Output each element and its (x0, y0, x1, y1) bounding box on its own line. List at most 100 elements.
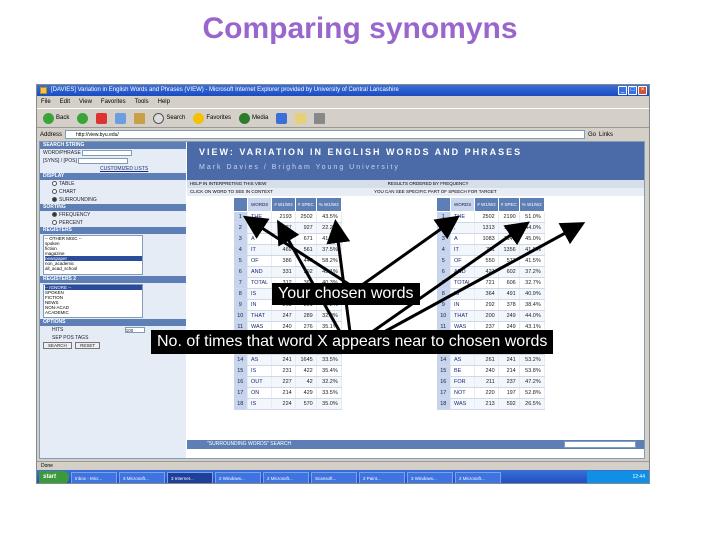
word-cell[interactable]: AND (450, 266, 476, 278)
word-phrase-row: WORD/PHRASE (40, 149, 186, 157)
row-number: 4 (436, 244, 451, 256)
taskbar-item[interactable]: 2 Windows... (215, 471, 261, 483)
home-button[interactable] (132, 111, 147, 125)
address-input[interactable]: http://view.byu.edu/ (65, 130, 586, 139)
word-cell[interactable]: TOTAL (450, 277, 476, 289)
display-option[interactable]: SURROUNDING (40, 196, 186, 204)
word-cell[interactable]: A (450, 233, 476, 245)
word-cell[interactable]: IT (450, 244, 476, 256)
column-header[interactable]: # SPEC (497, 197, 520, 212)
taskbar-item[interactable]: 2 Microsoft... (263, 471, 309, 483)
word-cell[interactable]: IS (247, 365, 273, 377)
search-submit-button[interactable]: SEARCH (43, 342, 72, 349)
search-select[interactable] (564, 441, 636, 448)
percent-cell: 38.4% (519, 299, 545, 311)
syns-input[interactable] (78, 157, 129, 164)
percent-cell: 44.0% (519, 310, 545, 322)
word-cell[interactable]: IS (247, 398, 273, 410)
help-link[interactable]: HELP IN INTERPRETING THIS VIEW (190, 181, 266, 186)
spec-count-cell: 1356 (498, 244, 520, 256)
word-cell[interactable]: IS (450, 288, 476, 300)
word-cell[interactable]: IT (247, 244, 273, 256)
column-header[interactable]: % W1/W2 (518, 197, 545, 212)
word-phrase-input[interactable] (82, 149, 133, 156)
word-cell[interactable]: THE (247, 211, 273, 223)
favorites-button[interactable]: Favorites (191, 111, 233, 125)
media-button[interactable]: Media (237, 111, 270, 125)
sort-option[interactable]: PERCENT (40, 219, 186, 227)
stop-button[interactable] (94, 111, 109, 125)
row-number: 18 (233, 398, 248, 410)
registers2-listbox[interactable]: -- IGNORE -- SPOKEN FICTION NEWS NON-ACA… (43, 284, 143, 318)
word-cell[interactable]: THAT (450, 310, 476, 322)
word-cell[interactable]: , (247, 222, 273, 234)
word-cell[interactable]: BE (450, 365, 476, 377)
menu-help[interactable]: Help (158, 97, 170, 107)
taskbar-item-active[interactable]: 3 Internet... (167, 471, 213, 483)
radio-icon[interactable] (52, 220, 57, 226)
go-button[interactable]: Go (588, 132, 596, 138)
menu-edit[interactable]: Edit (60, 97, 70, 107)
word-cell[interactable]: OF (450, 255, 476, 267)
display-option[interactable]: CHART (40, 188, 186, 196)
display-option[interactable]: TABLE (40, 180, 186, 188)
word-cell[interactable]: IN (247, 299, 273, 311)
taskbar-item[interactable]: 2 Microsoft... (455, 471, 501, 483)
column-header[interactable]: # W1/W2 (271, 197, 296, 212)
menu-tools[interactable]: Tools (135, 97, 149, 107)
word-cell[interactable]: AND (247, 266, 273, 278)
word-cell[interactable]: THAT (247, 310, 273, 322)
links-label[interactable]: Links (599, 132, 613, 138)
search-button[interactable]: Search (151, 111, 187, 125)
mail-button[interactable] (293, 111, 308, 125)
menu-view[interactable]: View (79, 97, 92, 107)
taskbar-item[interactable]: Inbox - Micr... (71, 471, 117, 483)
back-button[interactable]: Back (41, 111, 71, 125)
word-cell[interactable]: AS (247, 354, 273, 366)
radio-icon[interactable] (52, 189, 57, 195)
radio-icon[interactable] (52, 181, 57, 187)
list-item[interactable]: all_acad_school (45, 266, 142, 271)
word-cell[interactable]: OUT (247, 376, 273, 388)
menu-favorites[interactable]: Favorites (101, 97, 126, 107)
radio-selected-icon[interactable] (52, 212, 57, 218)
minimize-icon[interactable]: _ (618, 86, 627, 95)
word-cell[interactable]: FOR (450, 376, 476, 388)
word-cell[interactable]: ON (247, 387, 273, 399)
maximize-icon[interactable]: □ (628, 86, 637, 95)
forward-button[interactable] (75, 111, 90, 125)
history-button[interactable] (274, 111, 289, 125)
column-header[interactable]: # SPEC (294, 197, 317, 212)
reset-button[interactable]: RESET (75, 342, 101, 349)
list-item[interactable]: ACADEMIC (45, 310, 142, 315)
word-cell[interactable]: IN (450, 299, 476, 311)
taskbar-item[interactable]: 3 Microsoft... (119, 471, 165, 483)
word-cell[interactable]: OF (247, 255, 273, 267)
word-cell[interactable]: IS (247, 288, 273, 300)
refresh-button[interactable] (113, 111, 128, 125)
percent-cell: 44.0% (519, 222, 545, 234)
word-cell[interactable]: A (247, 233, 273, 245)
column-header[interactable]: WORDS (449, 197, 476, 212)
taskbar-item[interactable]: 3 Windows... (407, 471, 453, 483)
print-button[interactable] (312, 111, 327, 125)
sort-option[interactable]: FREQUENCY (40, 211, 186, 219)
column-header[interactable]: % W1/W2 (315, 197, 342, 212)
customized-lists-link[interactable]: CUSTOMIZED LISTS (100, 166, 148, 172)
word-cell[interactable]: WAS (450, 398, 476, 410)
menu-file[interactable]: File (41, 97, 51, 107)
word-cell[interactable]: NOT (450, 387, 476, 399)
taskbar-item[interactable]: 2 Paint... (359, 471, 405, 483)
start-button[interactable]: start (39, 471, 69, 483)
hits-input[interactable]: 100 (124, 326, 145, 333)
word-cell[interactable]: TOTAL (247, 277, 273, 289)
word-cell[interactable]: THE (450, 211, 476, 223)
word-cell[interactable]: AS (450, 354, 476, 366)
taskbar-item[interactable]: Scansoft... (311, 471, 357, 483)
close-icon[interactable]: × (638, 86, 647, 95)
column-header[interactable]: # W1/W2 (474, 197, 499, 212)
radio-selected-icon[interactable] (52, 197, 57, 203)
column-header[interactable]: WORDS (246, 197, 273, 212)
registers-listbox[interactable]: -- OTHER MISC -- spoken fiction magazine… (43, 235, 143, 275)
word-cell[interactable]: , (450, 222, 476, 234)
